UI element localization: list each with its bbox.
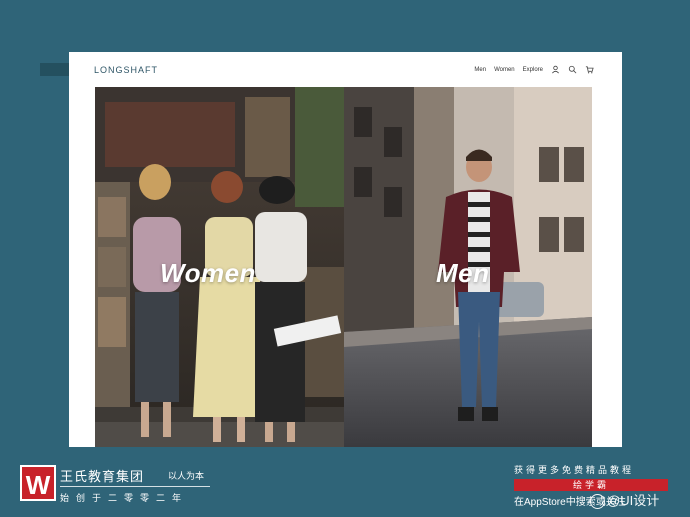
publisher-logo: W <box>20 465 56 501</box>
men-heading: Men <box>436 258 490 288</box>
hero-section: Women Men <box>95 87 592 447</box>
brand-divider <box>60 486 210 487</box>
website-mockup: LONGSHAFT Men Women Explore Women Men <box>69 52 622 447</box>
publisher-name: 王氏教育集团 <box>60 469 145 484</box>
weibo-icon <box>590 494 605 510</box>
women-category-panel[interactable]: Women <box>95 87 344 447</box>
nav-link-women[interactable]: Women <box>494 67 515 73</box>
nav-link-explore[interactable]: Explore <box>523 67 543 73</box>
publisher-brand-block: W 王氏教育集团 以人为本 始创于二零零二年 <box>20 465 215 505</box>
women-heading: Women <box>160 258 256 288</box>
publisher-slogan: 始创于二零零二年 <box>60 493 189 503</box>
top-navigation: LONGSHAFT Men Women Explore <box>69 52 622 87</box>
watermark-text: @UI设计 <box>607 493 660 508</box>
watermark: @UI设计 <box>590 490 660 510</box>
cart-icon[interactable] <box>585 65 594 74</box>
user-icon[interactable] <box>551 65 560 74</box>
decorative-accent-bar <box>40 63 72 76</box>
nav-links: Men Women Explore <box>474 65 594 74</box>
promo-text: 获得更多免费精品教程 <box>514 465 635 475</box>
nav-link-men[interactable]: Men <box>474 67 486 73</box>
publisher-tagline: 以人为本 <box>168 471 205 481</box>
men-category-panel[interactable]: Men <box>344 87 592 447</box>
site-logo[interactable]: LONGSHAFT <box>94 65 158 75</box>
search-icon[interactable] <box>568 65 577 74</box>
